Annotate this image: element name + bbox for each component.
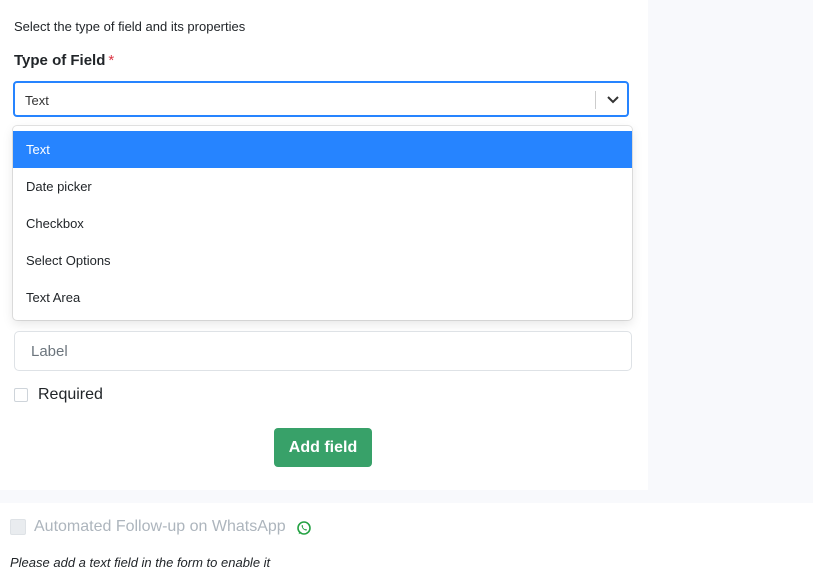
whatsapp-icon — [296, 520, 312, 536]
dropdown-option-text-area[interactable]: Text Area — [13, 279, 632, 316]
section-divider — [0, 490, 648, 503]
required-checkbox[interactable] — [14, 388, 28, 402]
field-type-select-value: Text — [25, 93, 49, 108]
required-marker: * — [108, 52, 115, 69]
dropdown-option-text[interactable]: Text — [13, 131, 632, 168]
whatsapp-followup-checkbox[interactable] — [10, 519, 26, 535]
whatsapp-followup-label: Automated Follow-up on WhatsApp — [34, 518, 286, 535]
whatsapp-hint-text: Please add a text field in the form to e… — [10, 555, 271, 570]
instructions-text: Select the type of field and its propert… — [14, 19, 246, 34]
background-strip — [648, 0, 813, 503]
type-of-field-label: Type of Field * — [14, 52, 114, 69]
add-field-panel: Select the type of field and its propert… — [0, 0, 648, 490]
field-type-select[interactable]: Text — [13, 81, 629, 117]
required-checkbox-label[interactable]: Required — [38, 386, 103, 404]
dropdown-option-checkbox[interactable]: Checkbox — [13, 205, 632, 242]
field-type-dropdown-menu: Text Date picker Checkbox Select Options… — [13, 126, 632, 320]
add-field-button[interactable]: Add field — [274, 428, 372, 467]
select-indicator-separator — [595, 91, 596, 109]
chevron-down-icon[interactable] — [603, 91, 623, 109]
label-input[interactable] — [14, 331, 632, 371]
dropdown-option-select-options[interactable]: Select Options — [13, 242, 632, 279]
type-of-field-label-text: Type of Field — [14, 52, 106, 69]
dropdown-option-date-picker[interactable]: Date picker — [13, 168, 632, 205]
